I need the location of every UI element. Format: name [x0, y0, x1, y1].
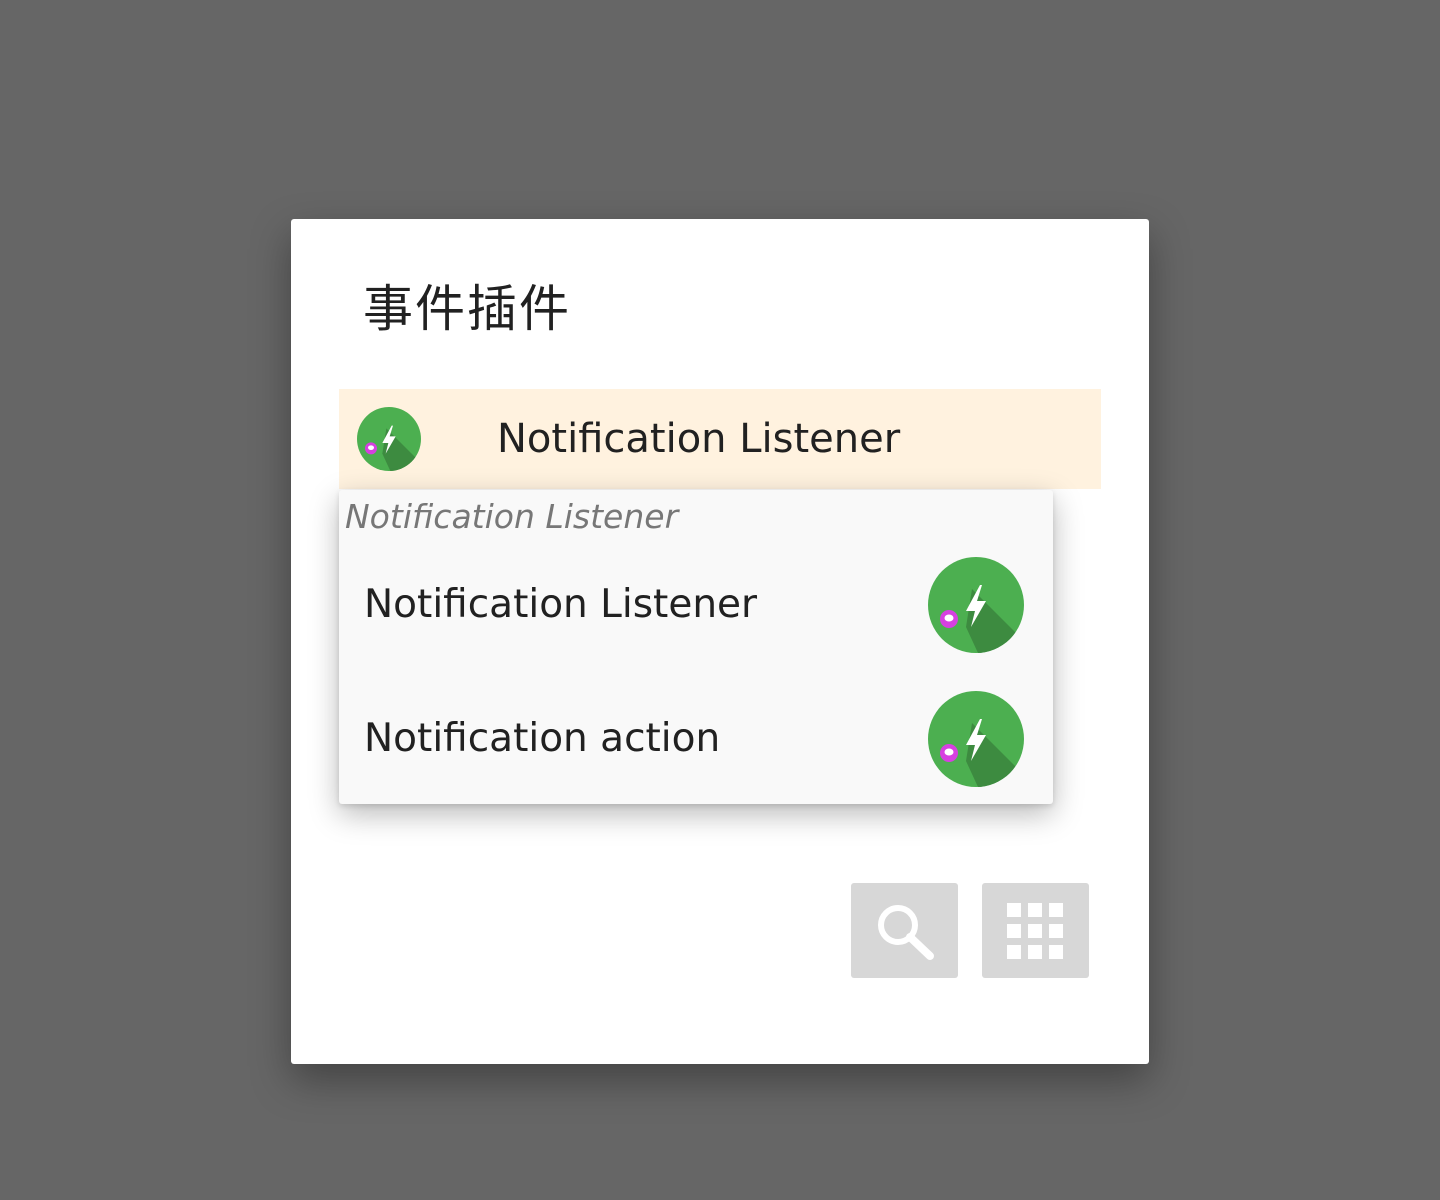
dropdown-item-notification-listener[interactable]: Notification Listener [339, 538, 1053, 672]
grid-button[interactable] [982, 883, 1089, 978]
event-plugin-dialog: 事件插件 Notification Listener Notification … [291, 219, 1149, 1064]
dropdown-header: Notification Listener [345, 497, 679, 536]
plugin-bolt-icon [928, 557, 1024, 653]
selected-plugin-label: Notification Listener [497, 416, 901, 462]
dropdown-item-label: Notification Listener [364, 582, 758, 627]
selected-plugin-row[interactable]: Notification Listener [339, 389, 1101, 489]
dropdown-item-notification-action[interactable]: Notification action [339, 672, 1053, 806]
search-icon [878, 905, 934, 960]
dialog-title: 事件插件 [363, 280, 571, 338]
grid-icon [1007, 903, 1063, 959]
plugin-dropdown: Notification Listener Notification Liste… [339, 490, 1053, 804]
plugin-bolt-icon [357, 407, 421, 471]
search-button[interactable] [851, 883, 958, 978]
plugin-bolt-icon [928, 691, 1024, 787]
dropdown-item-label: Notification action [364, 716, 721, 761]
